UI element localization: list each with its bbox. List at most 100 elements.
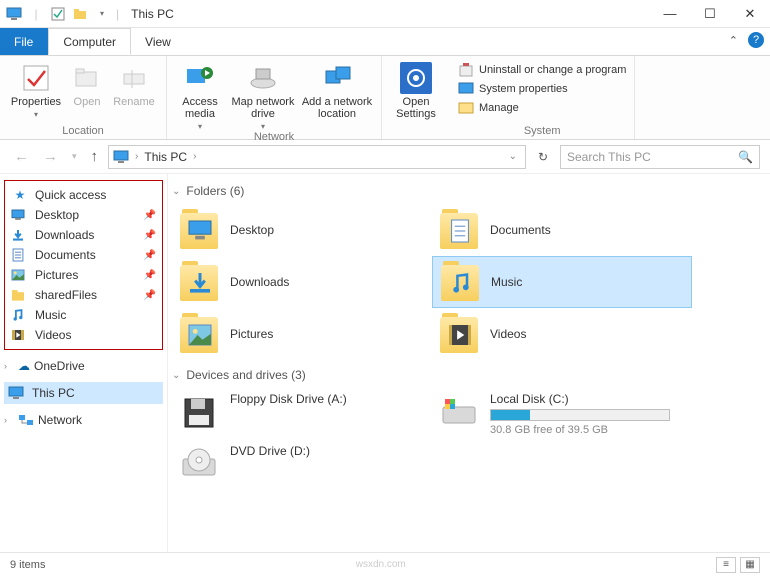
group-system-label: System [458, 125, 626, 137]
drives-header[interactable]: ⌄ Devices and drives (3) [172, 368, 760, 382]
add-location-button[interactable]: Add a network location [301, 60, 373, 120]
network-root[interactable]: › Network [4, 410, 163, 430]
network-icon [18, 413, 34, 427]
forward-button[interactable]: → [39, 148, 62, 165]
large-icons-view-button[interactable]: ▦ [740, 557, 760, 573]
content-pane: ⌄ Folders (6) Desktop DocumentsDownloads M… [168, 174, 770, 552]
folder-icon [178, 313, 220, 355]
minimize-button[interactable]: — [650, 0, 690, 28]
quick-access-label: Quick access [35, 188, 106, 202]
document-icon [11, 248, 29, 262]
media-icon [184, 62, 216, 94]
minimize-ribbon-icon[interactable]: ⌃ [729, 34, 738, 47]
folder-music[interactable]: Music [432, 256, 692, 308]
breadcrumb-this-pc[interactable]: This PC [144, 150, 187, 164]
up-button[interactable]: ↑ [87, 148, 103, 165]
settings-gear-icon [400, 62, 432, 94]
address-bar[interactable]: › This PC › ⌄ [108, 145, 526, 169]
search-placeholder: Search This PC [567, 150, 651, 164]
folder-documents[interactable]: Documents [432, 204, 692, 256]
sidebar-item-pictures[interactable]: Pictures📌 [7, 265, 160, 285]
drive-label: DVD Drive (D:) [230, 444, 310, 458]
chevron-right-icon: › [4, 361, 14, 371]
watermark: wsxdn.com [356, 559, 406, 570]
tab-file[interactable]: File [0, 28, 48, 55]
rename-icon [118, 62, 150, 94]
tab-view[interactable]: View [131, 28, 186, 55]
back-button[interactable]: ← [10, 148, 33, 165]
maximize-button[interactable]: ☐ [690, 0, 730, 28]
pc-icon [113, 149, 129, 165]
window-title: This PC [131, 7, 174, 21]
drive-free-text: 30.8 GB free of 39.5 GB [490, 424, 670, 436]
sidebar-item-label: Videos [35, 328, 71, 342]
dvd-icon [178, 444, 220, 486]
group-location-label: Location [8, 125, 158, 137]
access-media-button[interactable]: Access media ▾ [175, 60, 225, 131]
sidebar-item-label: Pictures [35, 268, 78, 282]
properties-qat-icon[interactable] [50, 6, 66, 22]
group-system: Uninstall or change a program System pro… [450, 56, 635, 139]
help-icon[interactable]: ? [748, 32, 764, 48]
sidebar-item-downloads[interactable]: Downloads📌 [7, 225, 160, 245]
onedrive-root[interactable]: › ☁ OneDrive [4, 356, 163, 376]
onedrive-label: OneDrive [34, 359, 85, 373]
folder-label: Music [491, 275, 522, 289]
folder-label: Desktop [230, 223, 274, 237]
search-box[interactable]: Search This PC 🔍 [560, 145, 760, 169]
drive-item[interactable]: Floppy Disk Drive (A:) [172, 388, 432, 440]
folder-label: Pictures [230, 327, 273, 341]
close-button[interactable]: ✕ [730, 0, 770, 28]
group-network-label: Network [175, 131, 373, 143]
sidebar-item-music[interactable]: Music [7, 305, 160, 325]
this-pc-root[interactable]: This PC [4, 382, 163, 404]
group-location: Properties ▾ Open Rename Location [0, 56, 167, 139]
folder-downloads[interactable]: Downloads [172, 256, 432, 308]
sidebar-item-desktop[interactable]: Desktop 📌 [7, 205, 160, 225]
drive-item[interactable]: DVD Drive (D:) [172, 440, 432, 490]
status-bar: 9 items wsxdn.com ≡ ▦ [0, 552, 770, 576]
pin-icon: 📌 [144, 290, 156, 301]
properties-button[interactable]: Properties ▾ [8, 60, 64, 119]
folder-icon [438, 209, 480, 251]
folder-desktop[interactable]: Desktop [172, 204, 432, 256]
quick-access-toolbar: | ▾ | [0, 6, 125, 22]
map-drive-button[interactable]: Map network drive ▾ [227, 60, 299, 131]
sidebar-item-videos[interactable]: Videos [7, 325, 160, 345]
add-location-icon [321, 62, 353, 94]
quick-access-root[interactable]: ★ Quick access [7, 185, 160, 205]
map-drive-icon [247, 62, 279, 94]
folders-header[interactable]: ⌄ Folders (6) [172, 184, 760, 198]
details-view-button[interactable]: ≡ [716, 557, 736, 573]
sidebar-item-label: Desktop [35, 208, 79, 222]
drive-item[interactable]: Local Disk (C:)30.8 GB free of 39.5 GB [432, 388, 692, 440]
folder-videos[interactable]: Videos [432, 308, 692, 360]
sidebar-item-sharedfiles[interactable]: sharedFiles📌 [7, 285, 160, 305]
qat-dropdown-icon[interactable]: ▾ [94, 6, 110, 22]
sidebar-item-documents[interactable]: Documents📌 [7, 245, 160, 265]
manage-icon [458, 100, 474, 116]
pin-icon: 📌 [144, 210, 156, 221]
address-dropdown-icon[interactable]: ⌄ [505, 151, 521, 162]
chevron-down-icon: ⌄ [172, 370, 180, 381]
drive-label: Floppy Disk Drive (A:) [230, 392, 347, 406]
this-pc-label: This PC [32, 386, 75, 400]
new-folder-qat-icon[interactable] [72, 6, 88, 22]
system-properties-button[interactable]: System properties [458, 81, 626, 97]
open-settings-button[interactable]: Open Settings [390, 60, 442, 120]
open-button[interactable]: Open [66, 60, 108, 108]
chevron-right-icon[interactable]: › [135, 151, 138, 162]
uninstall-button[interactable]: Uninstall or change a program [458, 62, 626, 78]
recent-dropdown[interactable]: ▾ [68, 151, 81, 162]
cloud-icon: ☁ [18, 359, 30, 373]
group-network: Access media ▾ Map network drive ▾ Add a… [167, 56, 382, 139]
rename-button[interactable]: Rename [110, 60, 158, 108]
manage-button[interactable]: Manage [458, 100, 626, 116]
refresh-button[interactable]: ↻ [532, 150, 554, 164]
chevron-right-icon[interactable]: › [193, 151, 196, 162]
folder-icon [178, 209, 220, 251]
ribbon-tabs: File Computer View ⌃ ? [0, 28, 770, 56]
tab-computer[interactable]: Computer [48, 28, 131, 55]
qat-separator: | [28, 6, 44, 22]
folder-pictures[interactable]: Pictures [172, 308, 432, 360]
